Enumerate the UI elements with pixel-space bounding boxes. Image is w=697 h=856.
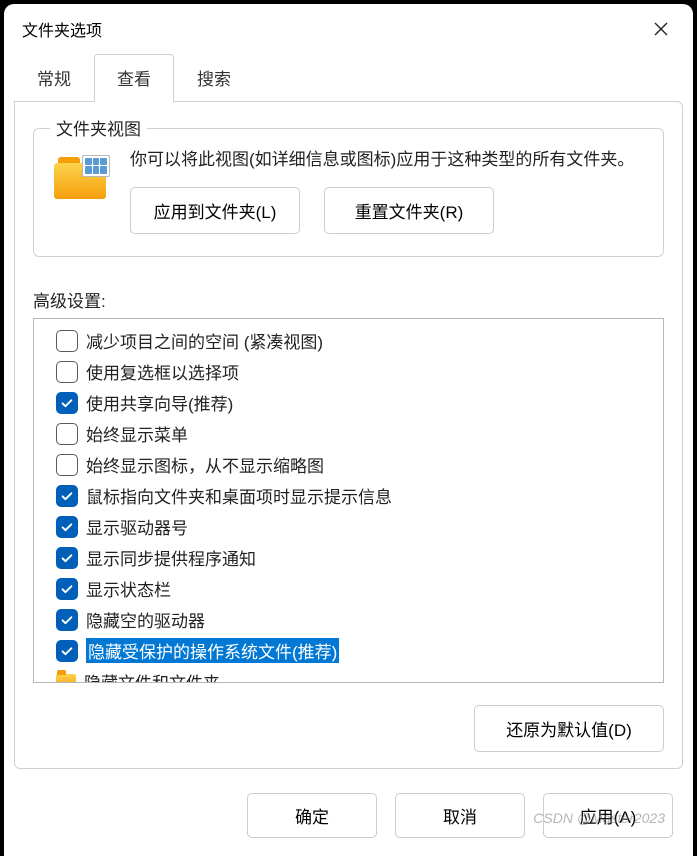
list-item-label: 使用复选框以选择项 [86, 359, 239, 384]
list-item-label: 显示驱动器号 [86, 514, 188, 539]
titlebar: 文件夹选项 [4, 4, 693, 54]
close-button[interactable] [637, 9, 685, 49]
list-item-label: 显示同步提供程序通知 [86, 545, 256, 570]
list-item[interactable]: 显示状态栏 [54, 573, 655, 604]
folder-icon [56, 674, 76, 683]
list-item-label: 显示状态栏 [86, 576, 171, 601]
reset-folders-button[interactable]: 重置文件夹(R) [324, 187, 494, 234]
group-text-btns: 你可以将此视图(如详细信息或图标)应用于这种类型的所有文件夹。 应用到文件夹(L… [130, 147, 643, 234]
checkbox[interactable] [56, 423, 78, 445]
content-area: 常规 查看 搜索 文件夹视图 你可以将此视图(如详细信息或图标)应用于这种 [4, 54, 693, 779]
folder-views-icon [54, 157, 110, 199]
tab-search[interactable]: 搜索 [174, 54, 254, 102]
group-body: 你可以将此视图(如详细信息或图标)应用于这种类型的所有文件夹。 应用到文件夹(L… [54, 147, 643, 234]
checkbox[interactable] [56, 392, 78, 414]
tab-strip: 常规 查看 搜索 [14, 54, 683, 102]
advanced-settings-box: 减少项目之间的空间 (紧凑视图) 使用复选框以选择项使用共享向导(推荐) 始终显示菜… [33, 318, 664, 683]
folder-icon-col [54, 147, 110, 234]
group-button-row: 应用到文件夹(L) 重置文件夹(R) [130, 187, 643, 234]
checkbox[interactable] [56, 361, 78, 383]
checkbox[interactable] [56, 609, 78, 631]
list-item-label: 减少项目之间的空间 (紧凑视图) [86, 328, 323, 353]
list-item-label: 始终显示菜单 [86, 421, 188, 446]
list-item[interactable]: 鼠标指向文件夹和桌面项时显示提示信息 [54, 480, 655, 511]
checkbox[interactable] [56, 485, 78, 507]
list-item[interactable]: 始终显示菜单 [54, 418, 655, 449]
checkbox[interactable] [56, 516, 78, 538]
list-item-label: 使用共享向导(推荐) [86, 390, 233, 415]
checkbox[interactable] [56, 578, 78, 600]
list-item[interactable]: 减少项目之间的空间 (紧凑视图) [54, 325, 655, 356]
apply-button[interactable]: 应用(A) [543, 793, 673, 838]
restore-defaults-button[interactable]: 还原为默认值(D) [474, 705, 664, 752]
checkbox[interactable] [56, 547, 78, 569]
list-item[interactable]: 使用复选框以选择项 [54, 356, 655, 387]
tab-panel-view: 文件夹视图 你可以将此视图(如详细信息或图标)应用于这种类型的所有文件夹。 应用… [14, 101, 683, 769]
list-item[interactable]: 显示同步提供程序通知 [54, 542, 655, 573]
advanced-settings-list[interactable]: 减少项目之间的空间 (紧凑视图) 使用复选框以选择项使用共享向导(推荐) 始终显示菜… [34, 319, 663, 682]
list-item[interactable]: 显示驱动器号 [54, 511, 655, 542]
list-item[interactable]: 隐藏空的驱动器 [54, 604, 655, 635]
window-title: 文件夹选项 [22, 17, 102, 41]
folder-view-group: 文件夹视图 你可以将此视图(如详细信息或图标)应用于这种类型的所有文件夹。 应用… [33, 128, 664, 257]
apply-to-folders-button[interactable]: 应用到文件夹(L) [130, 187, 300, 234]
list-item-label: 隐藏文件和文件夹 [84, 669, 220, 682]
list-item-label: 鼠标指向文件夹和桌面项时显示提示信息 [86, 483, 392, 508]
cancel-button[interactable]: 取消 [395, 793, 525, 838]
list-item[interactable]: 使用共享向导(推荐) [54, 387, 655, 418]
group-label: 文件夹视图 [50, 115, 147, 140]
list-item[interactable]: 始终显示图标，从不显示缩略图 [54, 449, 655, 480]
list-item[interactable]: 隐藏受保护的操作系统文件(推荐) [54, 635, 655, 666]
ok-button[interactable]: 确定 [247, 793, 377, 838]
dialog-button-row: 确定 取消 应用(A) [4, 779, 693, 856]
group-description: 你可以将此视图(如详细信息或图标)应用于这种类型的所有文件夹。 [130, 147, 643, 173]
tab-view[interactable]: 查看 [94, 54, 174, 102]
checkbox[interactable] [56, 640, 78, 662]
tab-general[interactable]: 常规 [14, 54, 94, 102]
list-item[interactable]: 隐藏文件和文件夹 [54, 666, 655, 682]
checkbox[interactable] [56, 330, 78, 352]
advanced-settings-label: 高级设置: [33, 287, 664, 312]
restore-row: 还原为默认值(D) [33, 705, 664, 752]
checkbox[interactable] [56, 454, 78, 476]
list-item-label: 隐藏受保护的操作系统文件(推荐) [86, 638, 339, 663]
close-icon [653, 21, 669, 37]
list-item-label: 隐藏空的驱动器 [86, 607, 205, 632]
dialog-window: 文件夹选项 常规 查看 搜索 文件夹视图 [4, 4, 693, 856]
list-item-label: 始终显示图标，从不显示缩略图 [86, 452, 324, 477]
